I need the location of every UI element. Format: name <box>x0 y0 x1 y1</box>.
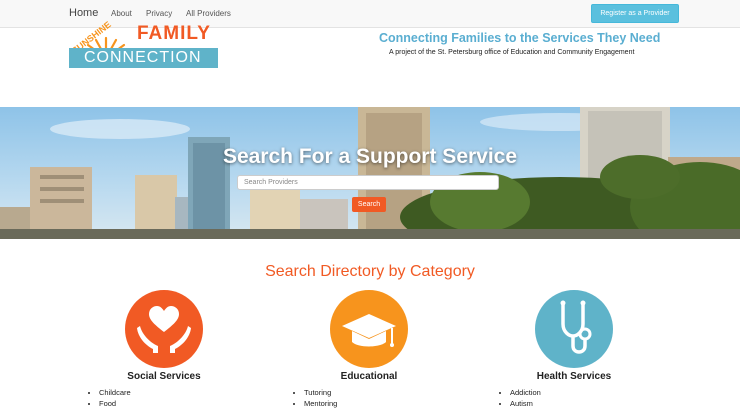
list-item[interactable]: Mentoring <box>304 398 337 409</box>
list-item[interactable]: Addiction <box>510 387 541 398</box>
list-item[interactable]: Childcare <box>99 387 131 398</box>
register-provider-button[interactable]: Register as a Provider <box>591 4 679 23</box>
list-item[interactable]: Autism <box>510 398 541 409</box>
top-navbar: Home About Privacy All Providers Registe… <box>0 0 740 28</box>
city-skyline-image <box>0 107 740 239</box>
nav-all-providers-link[interactable]: All Providers <box>186 9 231 18</box>
heart-hands-icon <box>137 306 191 353</box>
list-item[interactable]: Tutoring <box>304 387 337 398</box>
stethoscope-icon <box>560 300 592 354</box>
category-section-title: Search Directory by Category <box>265 263 475 280</box>
logo-connection-text: CONNECTION <box>84 49 202 66</box>
health-services-label[interactable]: Health Services <box>494 371 654 382</box>
health-services-list: Addiction Autism <box>498 387 541 409</box>
nav-privacy-link[interactable]: Privacy <box>146 9 172 18</box>
educational-list: Tutoring Mentoring <box>292 387 337 409</box>
search-button[interactable]: Search <box>352 197 386 212</box>
graduation-cap-icon <box>342 314 396 347</box>
nav-about-link[interactable]: About <box>111 9 132 18</box>
site-subtagline: A project of the St. Petersburg office o… <box>389 49 635 56</box>
social-services-list: Childcare Food <box>87 387 131 409</box>
hero-title: Search For a Support Service <box>222 145 518 168</box>
educational-label[interactable]: Educational <box>289 371 449 382</box>
health-services-category-button[interactable] <box>535 290 613 368</box>
nav-home-link[interactable]: Home <box>69 7 98 19</box>
hero-banner <box>0 107 740 239</box>
educational-category-button[interactable] <box>330 290 408 368</box>
search-providers-input[interactable]: Search Providers <box>237 175 499 190</box>
social-services-label[interactable]: Social Services <box>84 371 244 382</box>
social-services-category-button[interactable] <box>125 290 203 368</box>
logo-family-text: FAMILY <box>137 23 211 44</box>
list-item[interactable]: Food <box>99 398 131 409</box>
site-tagline: Connecting Families to the Services They… <box>379 31 661 45</box>
